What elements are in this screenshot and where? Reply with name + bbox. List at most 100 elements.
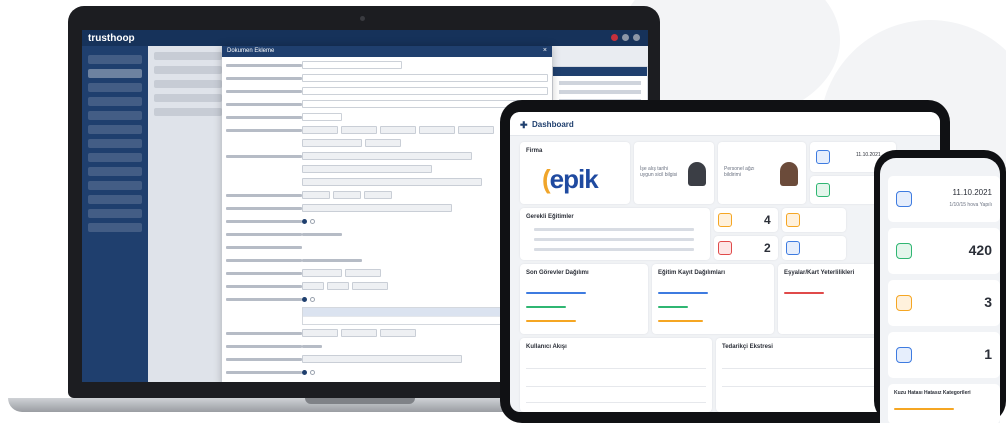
card-title: Firma (526, 148, 543, 154)
settings-icon[interactable] (622, 34, 629, 41)
training-list-card: Gerekli Eğitimler (520, 208, 710, 260)
box-icon (896, 243, 912, 259)
tag-chip[interactable] (302, 282, 324, 290)
tag-chip[interactable] (345, 269, 381, 277)
tag-chip[interactable] (302, 204, 452, 212)
tag-chip[interactable] (302, 178, 482, 186)
tag-chip[interactable] (302, 139, 362, 147)
alert-icon (786, 213, 800, 227)
chart-icon (786, 241, 800, 255)
text-input[interactable] (302, 61, 402, 69)
stat-value: 420 (968, 242, 992, 258)
select-field[interactable] (302, 87, 548, 95)
tag-chip[interactable] (380, 126, 416, 134)
tag-chip[interactable] (352, 282, 388, 290)
tag-chip[interactable] (419, 126, 455, 134)
field-label (226, 115, 302, 119)
tag-chip[interactable] (365, 139, 401, 147)
radio-button[interactable] (310, 369, 315, 375)
form-row (226, 86, 548, 96)
tag-chip[interactable] (458, 126, 494, 134)
sidebar-item[interactable] (88, 223, 142, 232)
tag-chip[interactable] (364, 191, 392, 199)
tag-chip[interactable] (302, 191, 330, 199)
warning-icon (718, 213, 732, 227)
sidebar-item[interactable] (88, 167, 142, 176)
app-icon: ✚ (520, 120, 528, 130)
static-value (302, 344, 322, 348)
tag-chip[interactable] (333, 191, 361, 199)
field-label (226, 128, 302, 132)
category-card: Kuzu Hatası Hatasız Kategorileri (888, 384, 1000, 423)
calendar-icon (816, 150, 830, 164)
tag-chip[interactable] (380, 329, 416, 337)
sidebar-item[interactable] (88, 125, 142, 134)
list-row (154, 66, 222, 74)
sidebar-item[interactable] (88, 111, 142, 120)
background-list (148, 46, 228, 382)
sidebar-item[interactable] (88, 97, 142, 106)
calendar-icon (896, 191, 912, 207)
laptop-camera (360, 16, 365, 21)
page-title: Dashboard (532, 120, 574, 129)
field-label (226, 219, 302, 223)
form-row (226, 99, 548, 109)
date-label: 11.10.2021 (856, 152, 881, 158)
laptop-notch (305, 398, 415, 404)
tag-chip[interactable] (302, 165, 432, 173)
user-icon[interactable] (633, 34, 640, 41)
field-label (226, 89, 302, 93)
radio-button[interactable] (302, 218, 307, 224)
field-label (226, 357, 302, 361)
sidebar-item[interactable] (88, 55, 142, 64)
sidebar-item[interactable] (88, 139, 142, 148)
tag-chip[interactable] (302, 152, 472, 160)
select-field[interactable] (302, 74, 548, 82)
distribution-card: Eğitim Kayıt Dağılımları (652, 264, 774, 334)
field-label (226, 76, 302, 80)
sidebar-item[interactable] (88, 209, 142, 218)
tag-chip[interactable] (302, 269, 342, 277)
list-row (154, 80, 222, 88)
card-title: Kullanıcı Akışı (526, 344, 567, 350)
list-line (534, 238, 694, 241)
list-row (154, 94, 222, 102)
notification-icon[interactable] (611, 34, 618, 41)
sidebar-item-active[interactable] (88, 69, 142, 78)
person-text: İşe alış tarihi uygun sicil bilgisi (640, 166, 678, 178)
sidebar-item[interactable] (88, 181, 142, 190)
stat-value: 3 (984, 294, 992, 310)
text-input[interactable] (302, 113, 342, 121)
stat-card: 420 (888, 228, 1000, 274)
app-sidebar (82, 46, 148, 382)
field-label (226, 154, 302, 158)
list-line (534, 228, 694, 231)
card-title: Gerekli Eğitimler (526, 214, 574, 220)
topbar-actions (611, 34, 640, 41)
text-line (559, 90, 641, 94)
tag-chip[interactable] (302, 355, 462, 363)
sidebar-item[interactable] (88, 83, 142, 92)
tag-chip[interactable] (341, 126, 377, 134)
company-logo: (epik (542, 164, 599, 195)
radio-button[interactable] (310, 218, 315, 224)
sidebar-item[interactable] (88, 153, 142, 162)
progress-bar (526, 306, 566, 308)
sidebar-menu (82, 50, 148, 237)
sidebar-item[interactable] (88, 195, 142, 204)
tag-chip[interactable] (302, 126, 338, 134)
tag-chip[interactable] (302, 329, 338, 337)
close-icon[interactable]: × (543, 47, 547, 54)
stat-card: 3 (888, 280, 1000, 326)
box-icon (816, 183, 830, 197)
avatar (688, 162, 706, 186)
tag-chip[interactable] (327, 282, 349, 290)
radio-button[interactable] (310, 296, 315, 302)
tag-chip[interactable] (341, 329, 377, 337)
radio-button[interactable] (302, 296, 307, 302)
person-card: Personel ağzı bildirimi (718, 142, 806, 204)
progress-bar (658, 320, 703, 322)
table-divider (526, 386, 706, 387)
radio-button[interactable] (302, 369, 307, 375)
stat-card (782, 236, 846, 260)
